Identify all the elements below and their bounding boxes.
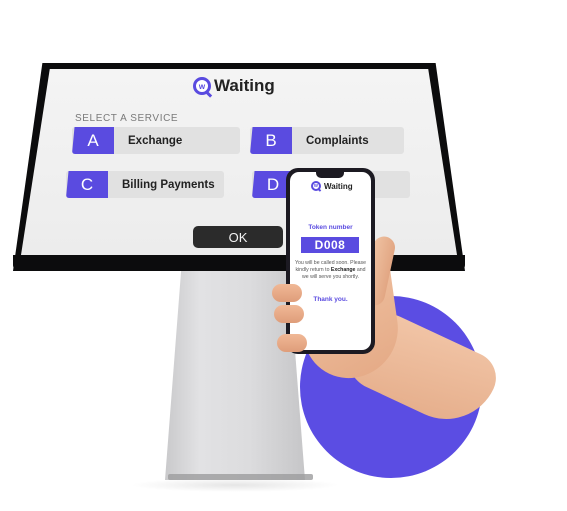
token-number-label: Token number [308, 224, 353, 231]
kiosk-base [168, 474, 313, 480]
service-letter: B [250, 127, 292, 154]
kiosk-bezel-bottom [13, 255, 465, 271]
service-name: Complaints [306, 134, 369, 147]
hand-finger [274, 305, 304, 323]
waiting-logo-icon: w [193, 77, 211, 95]
phone-notch [316, 171, 344, 178]
hand-finger [272, 284, 302, 302]
kiosk-brand-name: Waiting [214, 76, 275, 95]
service-name: Billing Payments [122, 178, 215, 191]
kiosk-logo: w Waiting [193, 76, 275, 96]
phone-logo: w Waiting [311, 181, 353, 191]
service-name: Exchange [128, 134, 183, 147]
service-letter: C [66, 171, 108, 198]
ok-button[interactable]: OK [193, 226, 283, 248]
service-button-c[interactable]: C Billing Payments [66, 171, 224, 198]
floor-shadow [130, 478, 340, 492]
phone-brand-name: Waiting [324, 181, 353, 191]
thank-you-text: Thank you. [313, 296, 348, 303]
hand-finger [277, 334, 307, 352]
token-message-service: Exchange [330, 267, 356, 273]
token-number-badge: D008 [301, 237, 359, 253]
service-button-a[interactable]: A Exchange [72, 127, 240, 154]
service-letter: A [72, 127, 114, 154]
waiting-logo-icon: w [311, 181, 321, 191]
token-message: You will be called soon. Please kindly r… [292, 260, 369, 281]
service-button-b[interactable]: B Complaints [250, 127, 404, 154]
select-service-label: SELECT A SERVICE [75, 113, 179, 124]
